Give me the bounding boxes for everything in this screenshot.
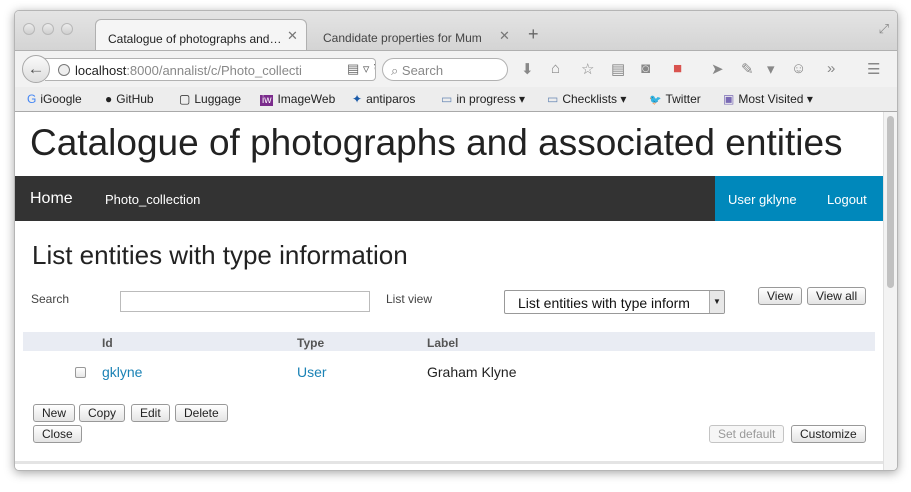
folder-icon: ▭ xyxy=(547,92,559,106)
url-host: localhost xyxy=(75,63,127,78)
minimize-window-button[interactable] xyxy=(42,23,54,35)
tab-bar: Catalogue of photographs and… ✕ Candidat… xyxy=(15,11,897,50)
scrollbar-thumb[interactable] xyxy=(887,116,894,288)
column-header-label[interactable]: Label xyxy=(427,336,458,350)
bookmarks-bar: GiGoogle ● GitHub ▢ Luggage iw ImageWeb ✦ an… xyxy=(15,87,897,112)
zoom-window-button[interactable] xyxy=(61,23,73,35)
folder-icon: ▭ xyxy=(441,92,453,106)
extension-icon[interactable]: ■ xyxy=(673,60,682,77)
table-header: Id Type Label xyxy=(23,332,875,351)
row-label: Graham Klyne xyxy=(427,364,517,380)
navigation-toolbar: localhost:8000/annalist/c/Photo_collecti… xyxy=(15,50,897,87)
row-type-link[interactable]: User xyxy=(297,364,327,380)
search-label: Search xyxy=(31,292,70,306)
tab-catalogue[interactable]: Catalogue of photographs and… xyxy=(95,19,307,50)
column-header-type[interactable]: Type xyxy=(297,336,324,350)
imageweb-icon: iw xyxy=(260,95,274,106)
chevron-down-icon: ▼ xyxy=(709,291,724,313)
overflow-icon[interactable]: » xyxy=(827,60,835,77)
edit-button[interactable]: Edit xyxy=(131,404,170,422)
home-link[interactable]: Home xyxy=(30,190,73,208)
tab-close-icon[interactable]: ✕ xyxy=(287,28,298,44)
vertical-scrollbar[interactable] xyxy=(883,112,897,470)
collection-link[interactable]: Photo_collection xyxy=(105,192,200,207)
twitter-icon: 🐦 xyxy=(649,95,662,106)
customize-button[interactable]: Customize xyxy=(791,425,866,443)
view-all-button[interactable]: View all xyxy=(807,287,867,305)
bookmark-twitter[interactable]: 🐦 Twitter xyxy=(649,92,701,106)
page-content: Catalogue of photographs and associated … xyxy=(15,112,885,470)
back-arrow-icon: ← xyxy=(27,59,45,78)
google-icon: G xyxy=(27,92,37,106)
bookmark-luggage[interactable]: ▢ Luggage xyxy=(179,92,241,106)
column-header-id[interactable]: Id xyxy=(102,336,113,350)
bookmark-github[interactable]: ● GitHub xyxy=(105,92,154,106)
url-bar[interactable]: localhost:8000/annalist/c/Photo_collecti… xyxy=(45,58,376,81)
url-path: :8000/annalist/c/Photo_collecti xyxy=(126,63,302,78)
back-button[interactable]: ← xyxy=(22,55,50,83)
download-icon[interactable]: ⬇ xyxy=(521,60,534,78)
list-view-select[interactable]: List entities with type inform ▼ xyxy=(504,290,725,314)
logout-link[interactable]: Logout xyxy=(827,192,867,207)
row-id-link[interactable]: gklyne xyxy=(102,364,142,380)
github-icon: ● xyxy=(105,92,113,106)
tools-icon[interactable]: ✎ xyxy=(741,60,754,78)
tab-candidate-properties[interactable]: Candidate properties for Mum xyxy=(311,19,519,50)
tab-close-icon[interactable]: ✕ xyxy=(499,28,510,44)
antiparos-icon: ✦ xyxy=(352,92,363,106)
globe-icon xyxy=(58,64,70,76)
tab-label: Candidate properties for Mum xyxy=(323,31,482,45)
browser-window: Catalogue of photographs and… ✕ Candidat… xyxy=(14,10,898,471)
close-window-button[interactable] xyxy=(23,23,35,35)
most-visited-icon: ▣ xyxy=(723,92,735,106)
send-icon[interactable]: ➤ xyxy=(711,60,724,78)
fullscreen-icon[interactable]: ⤢ xyxy=(879,21,889,37)
browser-search-input[interactable]: ⌕ Search xyxy=(382,58,508,81)
delete-button[interactable]: Delete xyxy=(175,404,228,422)
copy-button[interactable]: Copy xyxy=(79,404,126,422)
bookmark-folder-checklists[interactable]: ▭ Checklists ▾ xyxy=(547,92,626,106)
page-icon: ▢ xyxy=(179,92,191,106)
page-footer-divider xyxy=(15,461,885,464)
pocket-icon[interactable]: ◙ xyxy=(641,60,650,77)
chat-icon[interactable]: ☺ xyxy=(791,60,806,77)
row-select-checkbox[interactable] xyxy=(75,367,86,378)
list-view-selected: List entities with type inform xyxy=(518,295,690,311)
bookmark-igoogle[interactable]: GiGoogle xyxy=(27,92,82,106)
user-area: User gklyne Logout xyxy=(715,176,885,221)
home-icon[interactable]: ⌂ xyxy=(551,60,560,77)
list-heading: List entities with type information xyxy=(32,240,408,270)
tab-label: Catalogue of photographs and… xyxy=(108,32,282,46)
list-view-label: List view xyxy=(386,292,433,306)
menu-icon[interactable]: ☰ xyxy=(867,60,880,78)
new-tab-button[interactable]: + xyxy=(528,24,539,45)
page-title: Catalogue of photographs and associated … xyxy=(30,122,843,163)
reader-view-icon[interactable]: ▤ ▿ ↻ xyxy=(343,61,375,77)
bookmark-most-visited[interactable]: ▣ Most Visited ▾ xyxy=(723,92,813,106)
user-link[interactable]: User gklyne xyxy=(728,192,797,207)
bookmark-imageweb[interactable]: iw ImageWeb xyxy=(260,92,335,106)
site-navbar: Home Photo_collection User gklyne Logout xyxy=(15,176,885,221)
reading-list-icon[interactable]: ▤ xyxy=(611,60,625,78)
search-input[interactable] xyxy=(120,291,370,312)
set-default-button[interactable]: Set default xyxy=(709,425,785,443)
search-icon: ⌕ xyxy=(391,63,402,78)
close-button[interactable]: Close xyxy=(33,425,82,443)
dropdown-icon[interactable]: ▾ xyxy=(767,60,775,78)
star-icon[interactable]: ☆ xyxy=(581,60,594,78)
bookmark-antiparos[interactable]: ✦ antiparos xyxy=(352,92,415,106)
bookmark-folder-in-progress[interactable]: ▭ in progress ▾ xyxy=(441,92,525,106)
new-button[interactable]: New xyxy=(33,404,76,422)
search-placeholder: Search xyxy=(401,63,444,78)
view-button[interactable]: View xyxy=(758,287,802,305)
